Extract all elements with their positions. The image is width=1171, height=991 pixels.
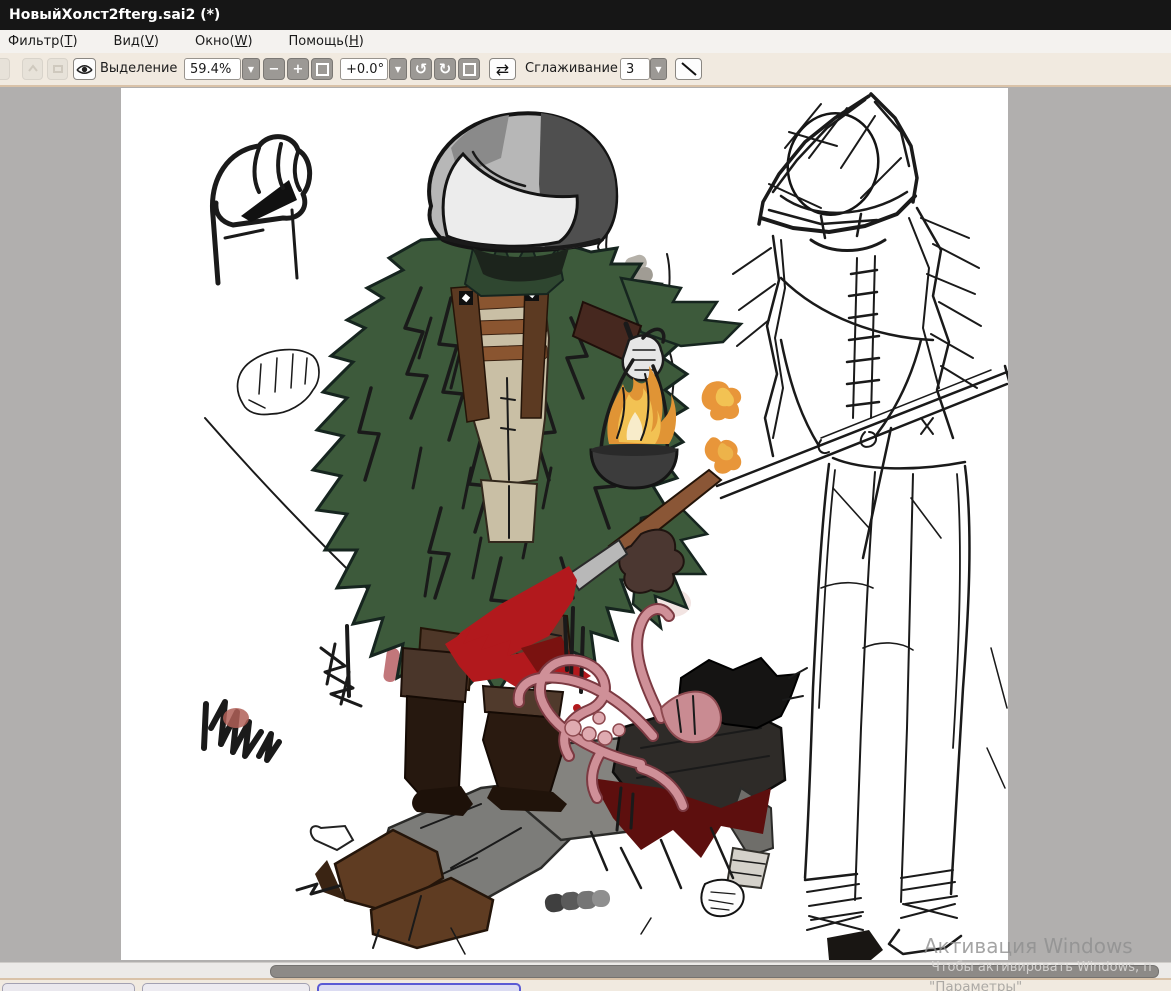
- menu-view[interactable]: Вид(V): [100, 34, 173, 49]
- sketch-fist-raised: [212, 137, 309, 283]
- bottom-panel-strip: [0, 978, 1171, 991]
- flip-horizontal-icon: ⇄: [496, 60, 509, 79]
- gray-scribble: [223, 626, 400, 728]
- rotate-cw-button[interactable]: ↻: [434, 58, 456, 80]
- menu-filter[interactable]: Фильтр(T): [8, 34, 92, 49]
- window-title: НовыйХолст2fterg.sai2 (*): [9, 7, 220, 23]
- rotate-reset-button[interactable]: [458, 58, 480, 80]
- smoothing-label: Сглаживание: [525, 53, 618, 85]
- zoom-out-button[interactable]: −: [263, 58, 285, 80]
- disabled-icon: [27, 63, 39, 75]
- rotate-ccw-button[interactable]: ↺: [410, 58, 432, 80]
- app-window: НовыйХолст2fterg.sai2 (*) Фильтр(T) Вид(…: [0, 0, 1171, 991]
- zoom-reset-button[interactable]: [311, 58, 333, 80]
- menu-window[interactable]: Окно(W): [181, 34, 267, 49]
- view-toolbar: Выделение 59.4% ▼ − + +0.0° ▼ ↺ ↻ ⇄ Сгла…: [0, 53, 1171, 87]
- minus-icon: −: [269, 62, 280, 77]
- bottom-tab-2[interactable]: [142, 983, 310, 991]
- square-icon: [316, 63, 329, 76]
- chevron-down-icon: ▼: [248, 65, 254, 74]
- history-button-1: [0, 58, 10, 80]
- plus-icon: +: [293, 62, 304, 77]
- zoom-value-field[interactable]: 59.4%: [184, 58, 241, 80]
- diagonal-stroke-icon: [677, 59, 701, 79]
- smoothing-value-field[interactable]: 3: [620, 58, 650, 80]
- zoom-in-button[interactable]: +: [287, 58, 309, 80]
- menu-help[interactable]: Помощь(H): [275, 34, 378, 49]
- horizontal-scrollbar-thumb[interactable]: [270, 965, 1159, 978]
- selection-label: Выделение: [100, 53, 177, 85]
- bottom-tab-3-selected[interactable]: [317, 983, 521, 991]
- artwork: [121, 88, 1008, 960]
- workspace: [0, 87, 1171, 962]
- menu-bar: Фильтр(T) Вид(V) Окно(W) Помощь(H): [0, 30, 1171, 53]
- muted-red-blob: [223, 708, 249, 728]
- flip-horizontal-button[interactable]: ⇄: [489, 58, 516, 80]
- angle-value-field[interactable]: +0.0°: [340, 58, 388, 80]
- sketch-figure: [733, 94, 1007, 960]
- eye-icon: [76, 63, 93, 76]
- rotate-cw-icon: ↻: [439, 60, 452, 78]
- disabled-icon: [52, 63, 64, 75]
- drawing-canvas[interactable]: [121, 88, 1008, 960]
- chevron-down-icon: ▼: [655, 65, 661, 74]
- square-icon: [463, 63, 476, 76]
- horizontal-scrollbar[interactable]: [0, 962, 1171, 978]
- smoothing-dropdown-button[interactable]: ▼: [650, 58, 667, 80]
- angle-dropdown-button[interactable]: ▼: [389, 58, 407, 80]
- selection-visibility-button[interactable]: [73, 58, 96, 80]
- flame-doodles: [702, 381, 742, 473]
- bottom-tab-1[interactable]: [2, 983, 135, 991]
- chevron-down-icon: ▼: [395, 65, 401, 74]
- zoom-dropdown-button[interactable]: ▼: [242, 58, 260, 80]
- title-bar: НовыйХолст2fterg.sai2 (*): [0, 0, 1171, 30]
- history-button-3: [47, 58, 68, 80]
- sketch-fist-forward: [238, 350, 319, 415]
- history-button-2: [22, 58, 43, 80]
- rotate-ccw-icon: ↺: [415, 60, 428, 78]
- stabilizer-stroke-button[interactable]: [675, 58, 702, 80]
